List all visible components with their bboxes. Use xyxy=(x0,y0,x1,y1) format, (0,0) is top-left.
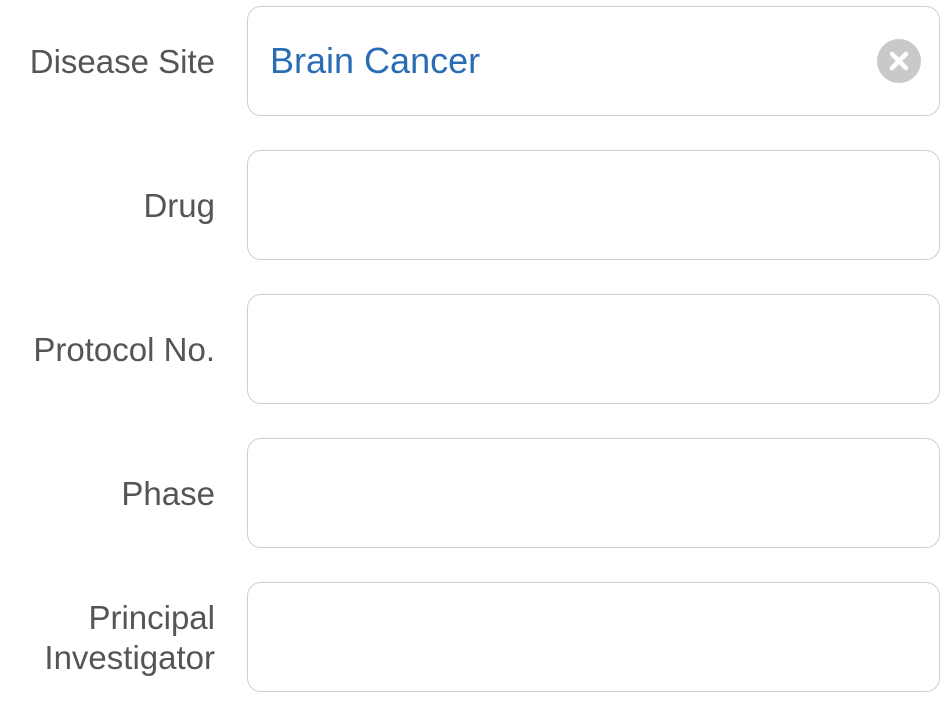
disease-site-value[interactable]: Brain Cancer xyxy=(270,7,850,115)
phase-label: Phase xyxy=(0,438,215,550)
clear-circle-x-icon xyxy=(889,51,909,71)
form-row-phase: Phase xyxy=(0,438,947,550)
principal-investigator-field[interactable] xyxy=(247,582,940,692)
form-row-principal-investigator: Principal Investigator xyxy=(0,582,947,694)
protocol-no-field[interactable] xyxy=(247,294,940,404)
principal-investigator-label-line1: Principal xyxy=(88,599,215,636)
phase-label-text: Phase xyxy=(121,475,215,512)
disease-site-field[interactable]: Brain Cancer xyxy=(247,6,940,116)
clear-disease-site-button[interactable] xyxy=(877,39,921,83)
form-row-disease-site: Disease Site Brain Cancer xyxy=(0,6,947,118)
disease-site-label: Disease Site xyxy=(0,6,215,118)
protocol-no-label-text: Protocol No. xyxy=(33,331,215,368)
principal-investigator-label: Principal Investigator xyxy=(0,582,215,694)
drug-label: Drug xyxy=(0,150,215,262)
protocol-no-value[interactable] xyxy=(270,295,850,403)
phase-value[interactable] xyxy=(270,439,850,547)
phase-field[interactable] xyxy=(247,438,940,548)
principal-investigator-value[interactable] xyxy=(270,583,850,691)
form-row-protocol-no: Protocol No. xyxy=(0,294,947,406)
principal-investigator-label-stack: Principal Investigator xyxy=(44,598,215,678)
form-row-drug: Drug xyxy=(0,150,947,262)
protocol-no-label: Protocol No. xyxy=(0,294,215,406)
disease-site-label-text: Disease Site xyxy=(29,43,215,80)
drug-label-text: Drug xyxy=(143,187,215,224)
drug-field[interactable] xyxy=(247,150,940,260)
drug-value[interactable] xyxy=(270,151,850,259)
principal-investigator-label-line2: Investigator xyxy=(44,639,215,676)
